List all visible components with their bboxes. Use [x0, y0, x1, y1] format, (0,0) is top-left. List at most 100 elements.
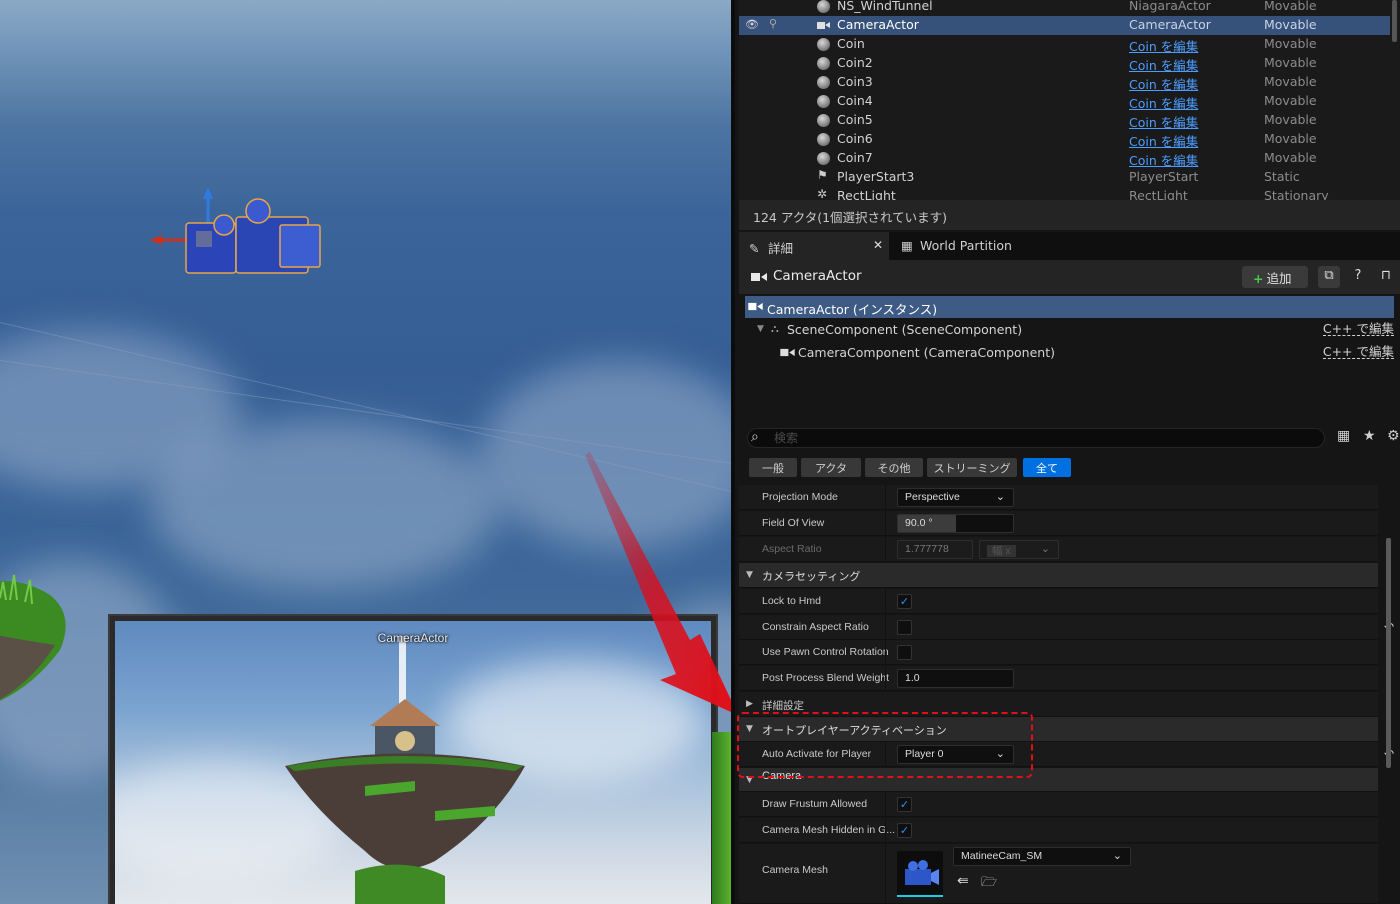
fov-value: 90.0 °: [905, 517, 933, 529]
component-row-scene[interactable]: ▼ ⛬ SceneComponent (SceneComponent) C++ …: [745, 319, 1394, 341]
filter-general[interactable]: 一般: [749, 458, 797, 477]
section-camera-settings[interactable]: ▼ カメラセッティング: [739, 563, 1378, 588]
outliner-row[interactable]: ✲ RectLight RectLight Stationary: [739, 187, 1390, 200]
outliner-row[interactable]: ⚑ PlayerStart3 PlayerStart Static: [739, 168, 1390, 187]
camera-mesh-thumbnail[interactable]: [897, 851, 943, 897]
expand-arrow-icon[interactable]: ▼: [757, 324, 764, 334]
projection-mode-dropdown[interactable]: Perspective ⌄: [897, 488, 1014, 507]
grass-edge: [712, 732, 731, 904]
close-icon[interactable]: ✕: [873, 238, 883, 252]
star-icon[interactable]: ★: [1363, 428, 1376, 444]
edit-in-cpp-link[interactable]: C++ で編集: [1322, 322, 1394, 336]
table-view-icon[interactable]: ▦: [1337, 428, 1350, 444]
light-icon: ✲: [817, 187, 828, 200]
outliner-item-mobility: Movable: [1264, 74, 1317, 89]
pp-blend-weight-field[interactable]: 1.0: [897, 669, 1014, 688]
camera-actor-mesh[interactable]: [150, 185, 330, 280]
browse-asset-icon[interactable]: 🗁: [981, 873, 997, 895]
mesh-hidden-checkbox[interactable]: ✓: [897, 823, 912, 838]
draw-frustum-checkbox[interactable]: ✓: [897, 797, 912, 812]
outliner-row[interactable]: Coin6 Coin を編集 Movable: [739, 130, 1390, 149]
niagara-icon: [817, 0, 830, 13]
panel-tabs: ✎ 詳細 ✕ ▦ World Partition: [739, 232, 1400, 260]
lock-button[interactable]: ⊓: [1375, 266, 1397, 288]
outliner-item-label: Coin4: [837, 93, 873, 108]
tab-world-partition-label: World Partition: [920, 238, 1012, 253]
use-selected-asset-icon[interactable]: ⇚: [957, 873, 969, 889]
filter-all[interactable]: 全て: [1023, 458, 1071, 477]
help-icon: ?: [1354, 268, 1362, 283]
tab-details[interactable]: ✎ 詳細 ✕: [739, 232, 889, 260]
floating-island-left: [0, 574, 66, 701]
search-icon: ⌕: [751, 429, 759, 445]
pin-icon[interactable]: ⚲: [769, 17, 777, 30]
filter-other[interactable]: その他: [865, 458, 923, 477]
prop-label: Camera Mesh: [762, 864, 828, 876]
prop-label: 詳細設定: [762, 700, 804, 712]
component-row-camera[interactable]: CameraComponent (CameraComponent) C++ で編…: [745, 342, 1394, 364]
search-input[interactable]: [774, 430, 1314, 446]
outliner-item-label: PlayerStart3: [837, 169, 915, 184]
prop-label: Camera Mesh Hidden in G...: [762, 824, 896, 836]
outliner-row[interactable]: Coin Coin を編集 Movable: [739, 35, 1390, 54]
edit-blueprint-link[interactable]: Coin を編集: [1129, 112, 1198, 131]
outliner-row[interactable]: Coin2 Coin を編集 Movable: [739, 54, 1390, 73]
visibility-eye-icon[interactable]: 👁: [745, 18, 759, 31]
lock-to-hmd-checkbox[interactable]: ✓: [897, 594, 912, 609]
outliner-row[interactable]: 👁 ⚲ CameraActor CameraActor Movable: [739, 16, 1390, 35]
fov-slider-field[interactable]: 90.0 °: [897, 514, 1014, 533]
edit-blueprint-link[interactable]: Coin を編集: [1129, 74, 1198, 93]
prop-label: Use Pawn Control Rotation: [762, 646, 889, 658]
outliner-item-label: Coin: [837, 36, 865, 51]
blueprint-button[interactable]: ⧉: [1318, 266, 1340, 288]
details-search-box[interactable]: ⌕: [747, 428, 1325, 448]
outliner-item-type: CameraActor: [1129, 17, 1211, 32]
outliner-row[interactable]: Coin5 Coin を編集 Movable: [739, 111, 1390, 130]
actor-icon: [817, 114, 830, 127]
edit-blueprint-link[interactable]: Coin を編集: [1129, 93, 1198, 112]
prop-draw-frustum: Draw Frustum Allowed ✓: [739, 792, 1378, 817]
use-pawn-rotation-checkbox[interactable]: [897, 645, 912, 660]
filter-actor[interactable]: アクタ: [801, 458, 861, 477]
plus-icon: +: [1253, 271, 1264, 286]
aspect-ratio-preset-dropdown: 幅 x ⌄: [979, 540, 1059, 559]
component-row-actor[interactable]: CameraActor (インスタンス): [745, 296, 1394, 318]
properties-scrollbar[interactable]: [1386, 538, 1391, 768]
outliner-row[interactable]: Coin4 Coin を編集 Movable: [739, 92, 1390, 111]
outliner-row[interactable]: NS_WindTunnel NiagaraActor Movable: [739, 0, 1390, 16]
camera-mesh-icon: [905, 860, 939, 885]
outliner-row[interactable]: Coin7 Coin を編集 Movable: [739, 149, 1390, 168]
outliner-row[interactable]: Coin3 Coin を編集 Movable: [739, 73, 1390, 92]
pp-blend-value: 1.0: [905, 672, 920, 684]
camera-mesh-dropdown[interactable]: MatineeCam_SM ⌄: [953, 847, 1131, 866]
prop-use-pawn-rotation: Use Pawn Control Rotation: [739, 640, 1378, 665]
camera-preview-window: CameraActor: [108, 614, 718, 904]
filter-streaming[interactable]: ストリーミング: [927, 458, 1017, 477]
outliner-item-mobility: Static: [1264, 169, 1300, 184]
prop-lock-to-hmd: Lock to Hmd ✓: [739, 589, 1378, 614]
outliner-item-label: CameraActor: [837, 17, 919, 32]
world-outliner[interactable]: NS_WindTunnel NiagaraActor Movable 👁 ⚲ Camera…: [739, 0, 1400, 200]
details-search-row: ⌕ ▦ ★ ⚙: [739, 420, 1400, 456]
constrain-aspect-checkbox[interactable]: [897, 620, 912, 635]
prop-field-of-view: Field Of View 90.0 °: [739, 511, 1378, 536]
actor-icon: [817, 133, 830, 146]
outliner-item-label: Coin2: [837, 55, 873, 70]
help-button[interactable]: ?: [1347, 266, 1369, 288]
dropdown-value: Perspective: [905, 491, 960, 503]
edit-in-cpp-link[interactable]: C++ で編集: [1322, 345, 1394, 359]
tab-world-partition[interactable]: ▦ World Partition: [891, 232, 1091, 260]
level-viewport[interactable]: CameraActor: [0, 0, 731, 904]
add-component-button[interactable]: + 追加: [1242, 266, 1308, 288]
edit-blueprint-link[interactable]: Coin を編集: [1129, 36, 1198, 55]
outliner-scrollbar[interactable]: [1392, 0, 1397, 42]
edit-blueprint-link[interactable]: Coin を編集: [1129, 55, 1198, 74]
actor-icon: [817, 38, 830, 51]
prop-mesh-hidden: Camera Mesh Hidden in G... ✓: [739, 818, 1378, 843]
component-tree: CameraActor (インスタンス) ▼ ⛬ SceneComponent …: [739, 294, 1400, 420]
edit-blueprint-link[interactable]: Coin を編集: [1129, 150, 1198, 169]
edit-blueprint-link[interactable]: Coin を編集: [1129, 131, 1198, 150]
collapse-arrow-icon: ▼: [746, 570, 753, 580]
settings-gear-icon[interactable]: ⚙: [1387, 428, 1400, 444]
preview-camera-label: CameraActor: [377, 631, 449, 645]
